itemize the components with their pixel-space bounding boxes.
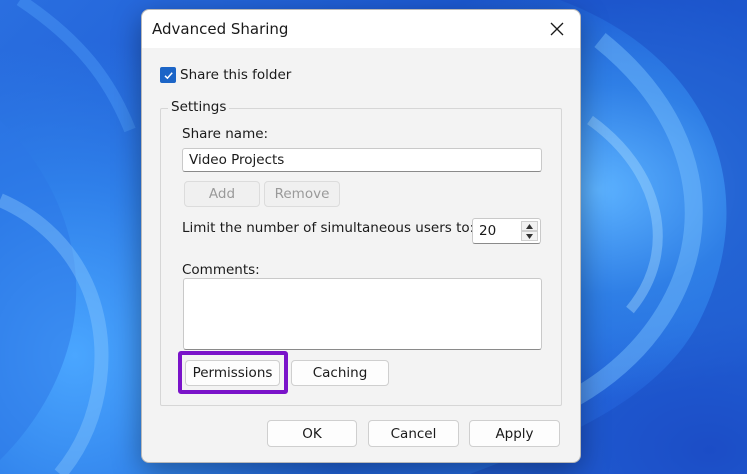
chevron-down-icon [526, 233, 533, 239]
checkmark-icon [163, 71, 173, 79]
add-button[interactable]: Add [184, 181, 260, 207]
comments-textarea[interactable] [183, 278, 542, 350]
user-limit-spinner[interactable]: 20 [472, 218, 541, 244]
share-folder-row[interactable]: Share this folder [160, 67, 291, 83]
permissions-button[interactable]: Permissions [185, 360, 280, 386]
spin-down-button[interactable] [521, 231, 538, 241]
spin-up-button[interactable] [521, 221, 538, 231]
user-limit-value[interactable]: 20 [479, 223, 496, 239]
comments-label: Comments: [182, 262, 260, 278]
dialog-title: Advanced Sharing [152, 20, 289, 38]
title-bar: Advanced Sharing [142, 10, 580, 48]
remove-button[interactable]: Remove [264, 181, 340, 207]
share-name-label: Share name: [182, 126, 269, 142]
close-button[interactable] [534, 10, 580, 48]
chevron-up-icon [526, 223, 533, 229]
apply-button[interactable]: Apply [469, 420, 560, 447]
limit-users-label: Limit the number of simultaneous users t… [182, 220, 475, 236]
share-folder-label: Share this folder [180, 67, 292, 83]
share-folder-checkbox[interactable] [160, 67, 176, 83]
settings-group-label: Settings [168, 99, 230, 115]
share-name-input[interactable] [182, 148, 542, 172]
close-icon [550, 22, 564, 36]
cancel-button[interactable]: Cancel [368, 420, 459, 447]
advanced-sharing-dialog: Advanced Sharing Share this folder Setti… [141, 9, 581, 463]
ok-button[interactable]: OK [267, 420, 357, 447]
caching-button[interactable]: Caching [291, 360, 389, 386]
